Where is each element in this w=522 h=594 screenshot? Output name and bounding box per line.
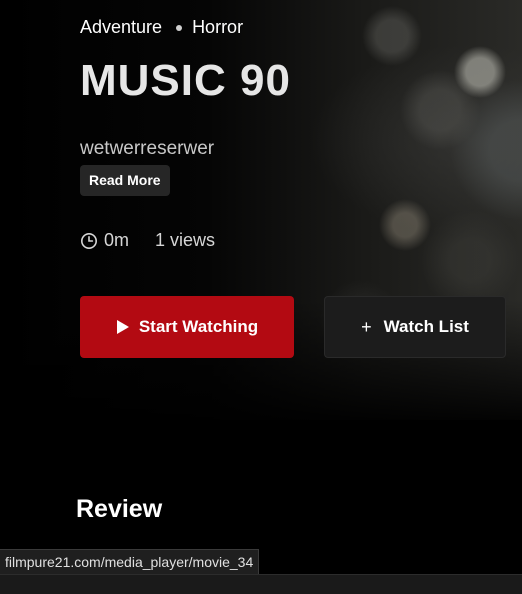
movie-title: MUSIC 90 xyxy=(80,56,291,105)
plus-icon: + xyxy=(361,316,372,337)
genre-separator-dot xyxy=(176,24,183,31)
watch-list-label: Watch List xyxy=(383,317,469,336)
browser-bottom-bar xyxy=(0,574,522,594)
movie-meta: 0m 1 views xyxy=(80,230,215,251)
play-icon xyxy=(116,320,129,334)
start-watching-label: Start Watching xyxy=(138,317,259,336)
genre-tag[interactable]: Adventure xyxy=(80,17,162,38)
review-section-heading: Review xyxy=(76,495,163,523)
read-more-button[interactable]: Read More xyxy=(80,165,170,196)
start-watching-button[interactable]: Start Watching xyxy=(80,296,294,358)
movie-detail-page: Adventure Horror MUSIC 90 wetwerreserwer… xyxy=(0,0,522,594)
movie-description: wetwerreserwer xyxy=(80,138,215,159)
genre-tag[interactable]: Horror xyxy=(192,17,243,38)
watch-list-button[interactable]: + Watch List xyxy=(324,296,506,358)
movie-duration: 0m xyxy=(104,230,130,250)
clock-icon xyxy=(81,232,97,249)
genre-list: Adventure Horror xyxy=(80,17,243,38)
movie-views: 1 views xyxy=(155,230,216,250)
browser-status-url: filmpure21.com/media_player/movie_34 xyxy=(0,549,260,575)
